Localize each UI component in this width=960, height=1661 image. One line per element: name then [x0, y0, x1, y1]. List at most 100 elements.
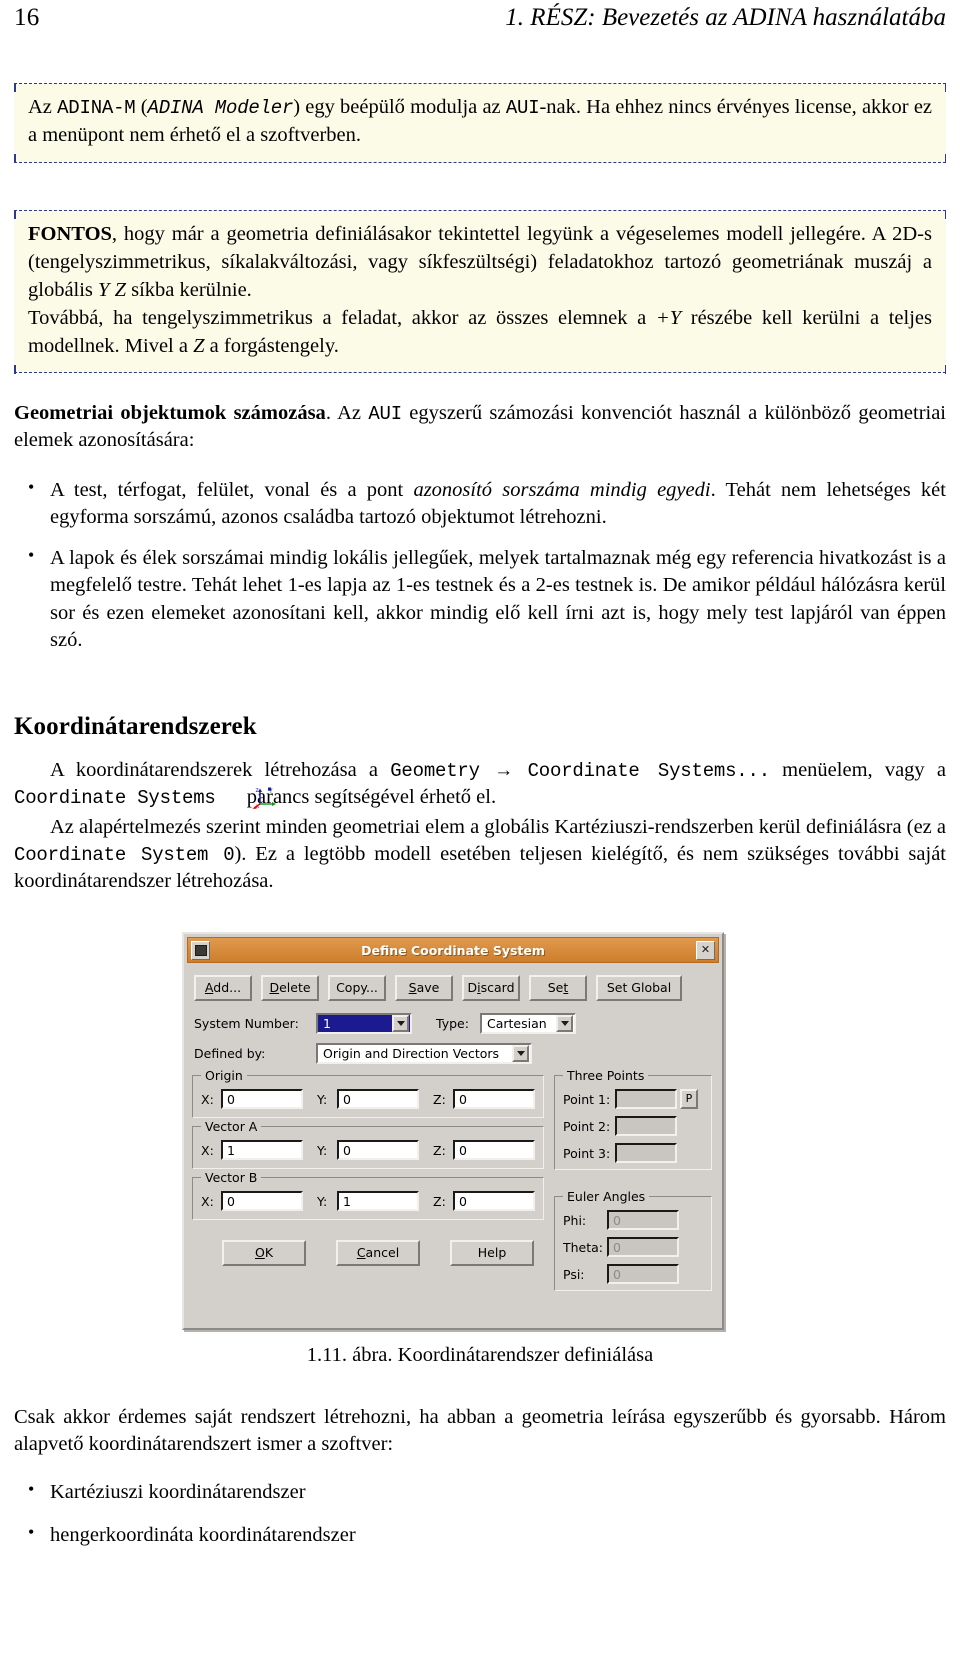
code-adina-m: ADINA-M [57, 97, 136, 119]
vector-a-x-input[interactable]: 1 [221, 1140, 303, 1160]
origin-x-input[interactable]: 0 [221, 1089, 303, 1109]
window-menu-icon[interactable] [191, 940, 210, 960]
vector-a-z-input[interactable]: 0 [453, 1140, 535, 1160]
running-head: 16 1. RÉSZ: Bevezetés az ADINA használat… [0, 0, 960, 40]
vector-a-x-label: X: [201, 1142, 214, 1158]
defined-by-combo[interactable]: Origin and Direction Vectors [316, 1043, 532, 1064]
callout2-text: FONTOS, hogy már a geometria definiálása… [28, 223, 932, 357]
set-button[interactable]: Set [529, 975, 587, 1001]
section-heading-koordinatarendszerek: Koordinátarendszerek [14, 713, 257, 740]
point-1-input[interactable] [615, 1089, 677, 1109]
point-3-label: Point 3: [563, 1145, 611, 1161]
help-button[interactable]: Help [450, 1240, 534, 1266]
vector-b-y-label: Y: [317, 1193, 328, 1209]
point-2-row: Point 2: [563, 1116, 703, 1136]
dialog-footer-buttons: OK Cancel Help [222, 1240, 544, 1266]
save-button[interactable]: Save [395, 975, 453, 1001]
vector-b-group-title: Vector B [201, 1170, 262, 1185]
closing-paragraph: Csak akkor érdemes saját rendszert létre… [14, 1406, 946, 1456]
origin-y-label: Y: [317, 1091, 328, 1107]
axis-triad-icon: zYx [216, 787, 276, 810]
vector-b-z-label: Z: [433, 1193, 446, 1209]
origin-fields: X: 0 Y: 0 Z: 0 [201, 1089, 535, 1109]
code-adina-modeler: ADINA Modeler [147, 97, 294, 119]
coordinate-systems-section: Koordinátarendszerek A koordinátarendsze… [14, 713, 946, 895]
vector-b-x-input[interactable]: 0 [221, 1191, 303, 1211]
system-number-combo[interactable]: 1 [316, 1013, 412, 1034]
origin-y-input[interactable]: 0 [337, 1089, 419, 1109]
origin-group: Origin X: 0 Y: 0 Z: 0 [192, 1068, 544, 1118]
chevron-down-icon[interactable] [556, 1015, 573, 1032]
copy-button[interactable]: Copy... [328, 975, 386, 1001]
system-number-value: 1 [323, 1016, 331, 1031]
add-button[interactable]: AAdd...dd... [194, 975, 252, 1001]
numbering-section: Geometriai objektumok számozása. Az AUI … [14, 400, 946, 660]
list-item: hengerkoordináta koordinátarendszer [14, 1521, 946, 1549]
psi-row: Psi: 0 [563, 1264, 703, 1284]
theta-row: Theta: 0 [563, 1237, 703, 1257]
page-number: 16 [14, 4, 40, 31]
ok-button[interactable]: OK [222, 1240, 306, 1266]
close-icon[interactable]: ✕ [696, 940, 715, 960]
coord-paragraph-2: Az alapértelmezés szerint minden geometr… [14, 815, 946, 893]
discard-button[interactable]: Discard [462, 975, 520, 1001]
vector-a-group-title: Vector A [201, 1119, 262, 1134]
euler-angles-group: Euler Angles Phi: 0 Theta: 0 Psi: 0 [554, 1189, 712, 1291]
point-1-row: Point 1: P [563, 1089, 703, 1109]
phi-input[interactable]: 0 [607, 1210, 679, 1230]
figure-caption: 1.11. ábra. Koordinátarendszer definiálá… [306, 1344, 654, 1366]
theta-input[interactable]: 0 [607, 1237, 679, 1257]
vector-a-y-input[interactable]: 0 [337, 1140, 419, 1160]
system-number-label: System Number: [194, 1016, 299, 1031]
origin-z-input[interactable]: 0 [453, 1089, 535, 1109]
callout-box-adina-m: Az ADINA-M (ADINA Modeler) egy beépülő m… [14, 82, 946, 164]
math-plus-y: +Y [655, 306, 682, 329]
three-points-group: Three Points Point 1: P Point 2: Point 3… [554, 1068, 712, 1170]
closing-bullet-list: Kartéziuszi koordinátarendszer hengerkoo… [14, 1477, 946, 1550]
vector-a-group: Vector A X: 1 Y: 0 Z: 0 [192, 1119, 544, 1169]
vector-b-group: Vector B X: 0 Y: 1 Z: 0 [192, 1170, 544, 1220]
command-coordinate-systems: Coordinate Systems [14, 787, 216, 810]
type-combo[interactable]: Cartesian [480, 1013, 576, 1034]
code-coordinate-system-0: Coordinate System 0 [14, 843, 235, 866]
vector-a-fields: X: 1 Y: 0 Z: 0 [201, 1140, 535, 1160]
document-page: 16 1. RÉSZ: Bevezetés az ADINA használat… [0, 0, 960, 1661]
emph-unique-id: azonosító sorszáma mindig egyedi [413, 478, 711, 501]
dialog-body: AAdd...dd... Delete Copy... Save Discard… [184, 963, 722, 1307]
phi-label: Phi: [563, 1212, 587, 1228]
dialog-titlebar[interactable]: Define Coordinate System ✕ [187, 937, 719, 963]
list-item: A test, térfogat, felület, vonal és a po… [14, 476, 946, 532]
left-column: Origin X: 0 Y: 0 Z: 0 Vector A X: 1 Y: 0… [192, 1068, 544, 1299]
point-3-input[interactable] [615, 1143, 677, 1163]
defined-by-value: Origin and Direction Vectors [323, 1046, 500, 1061]
type-value: Cartesian [487, 1016, 547, 1031]
vector-b-z-input[interactable]: 0 [453, 1191, 535, 1211]
point-1-pick-button[interactable]: P [680, 1089, 698, 1109]
math-z: Z [193, 334, 205, 357]
psi-label: Psi: [563, 1266, 585, 1282]
cancel-button[interactable]: Cancel [336, 1240, 420, 1266]
dialog-action-button-row: AAdd...dd... Delete Copy... Save Discard… [194, 975, 714, 1001]
set-global-button[interactable]: Set Global [596, 975, 682, 1001]
dialog-columns: Origin X: 0 Y: 0 Z: 0 Vector A X: 1 Y: 0… [192, 1068, 714, 1299]
chevron-down-icon[interactable] [512, 1045, 529, 1062]
psi-input[interactable]: 0 [607, 1264, 679, 1284]
menu-path-geometry-coordinate-systems: Geometry → Coordinate Systems... [390, 760, 770, 782]
vector-b-y-input[interactable]: 1 [337, 1191, 419, 1211]
list-item: A lapok és élek sorszámai mindig lokális… [14, 544, 946, 654]
numbering-paragraph: Geometriai objektumok számozása. Az AUI … [14, 402, 947, 452]
three-points-group-title: Three Points [563, 1068, 649, 1083]
point-1-label: Point 1: [563, 1091, 611, 1107]
numbering-runin-title: Geometriai objektumok számozása [14, 402, 326, 424]
closing-section: Csak akkor érdemes saját rendszert létre… [14, 1404, 946, 1555]
delete-button[interactable]: Delete [261, 975, 319, 1001]
theta-label: Theta: [563, 1239, 604, 1255]
define-coordinate-system-dialog[interactable]: Define Coordinate System ✕ AAdd...dd... … [182, 932, 724, 1330]
chevron-down-icon[interactable] [392, 1015, 409, 1032]
point-2-input[interactable] [615, 1116, 677, 1136]
fontos-emphasis: FONTOS [28, 223, 112, 245]
callout-box-fontos: FONTOS, hogy már a geometria definiálása… [14, 209, 946, 374]
vector-b-x-label: X: [201, 1193, 214, 1209]
type-label: Type: [436, 1016, 469, 1031]
system-number-row: System Number: 1 Type: Cartesian [194, 1013, 714, 1034]
